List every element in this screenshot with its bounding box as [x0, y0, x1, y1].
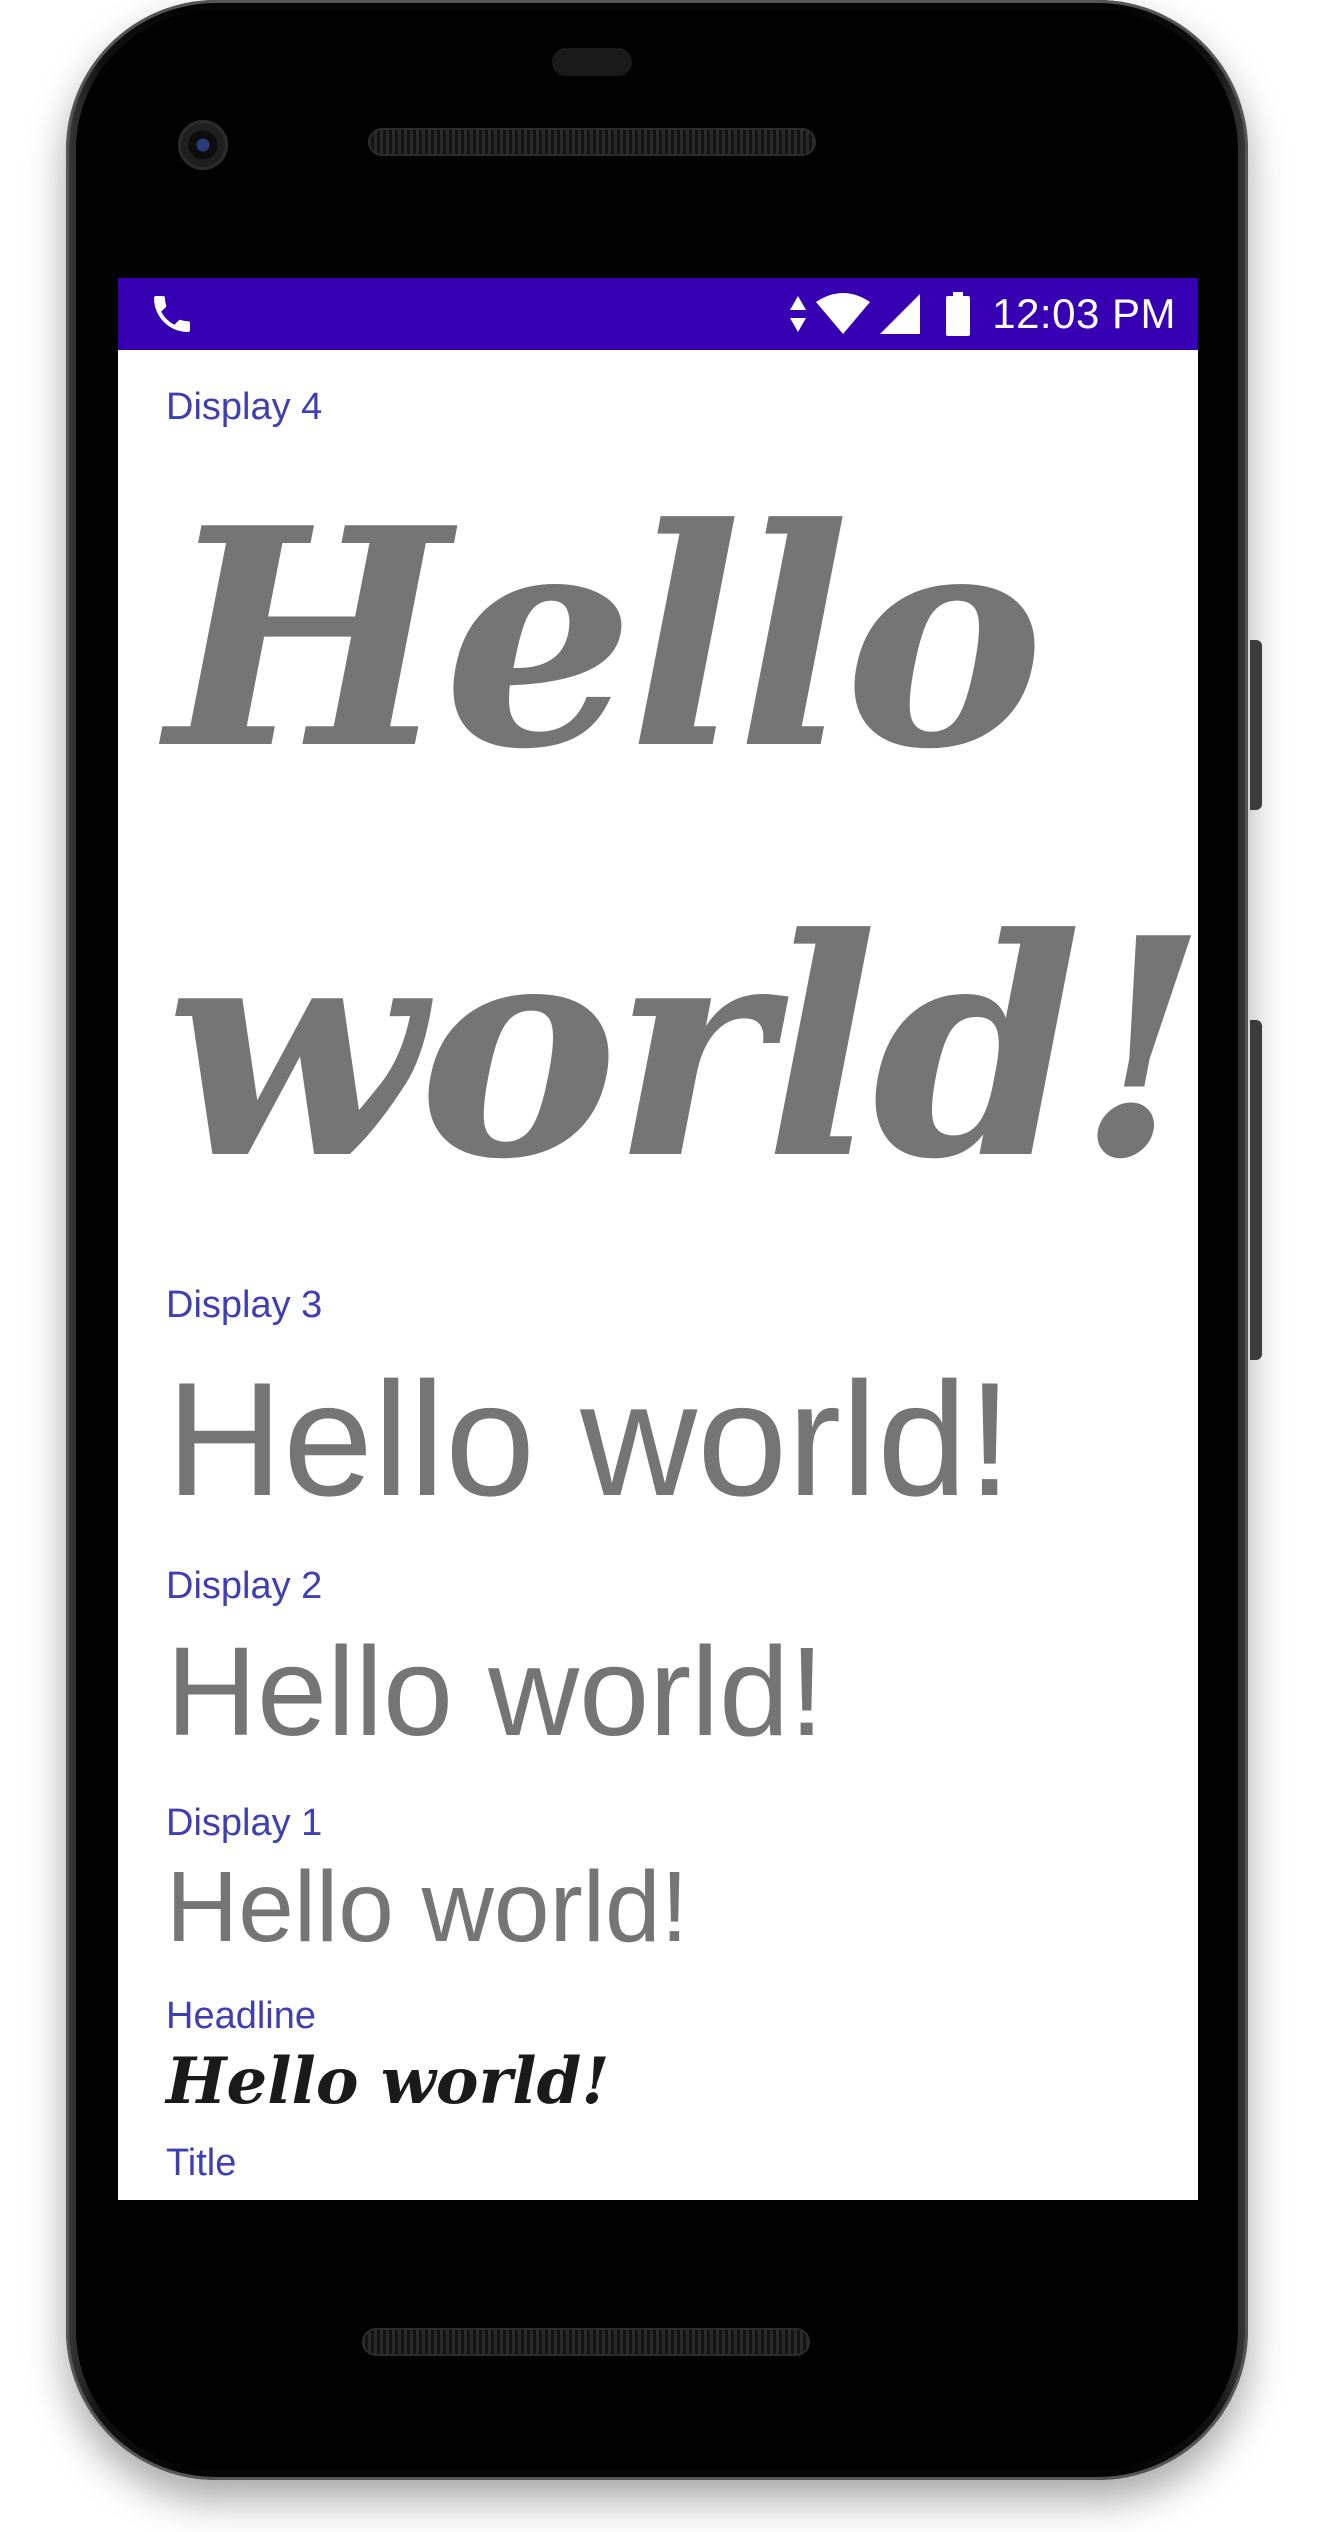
label-display-1: Display 1 [166, 1802, 323, 1844]
battery-icon [946, 292, 971, 336]
label-display-4: Display 4 [166, 386, 323, 428]
status-icons: 12:03 PM [788, 278, 1176, 350]
top-speaker-grille [368, 128, 816, 156]
cell-signal-icon [880, 294, 921, 334]
label-display-3: Display 3 [166, 1284, 323, 1326]
sample-headline: Hello world! [166, 2044, 610, 2119]
sample-display-2: Hello world! [166, 1621, 825, 1762]
sensor-notch [552, 48, 632, 76]
sample-display-4: Hello world! [166, 462, 1198, 1225]
status-bar: 12:03 PM [118, 278, 1198, 350]
sample-display-3: Hello world! [166, 1349, 1013, 1530]
screen: 12:03 PM Display 4 Hello world! Display … [118, 278, 1198, 2200]
label-display-2: Display 2 [166, 1565, 323, 1607]
sample-display-1: Hello world! [166, 1851, 689, 1963]
device-mockup: 12:03 PM Display 4 Hello world! Display … [0, 0, 1330, 2532]
label-headline: Headline [166, 1995, 316, 2037]
wifi-icon [816, 293, 871, 334]
phone-icon [154, 296, 190, 332]
label-title: Title [166, 2142, 237, 2184]
front-camera-icon [178, 120, 228, 170]
bottom-speaker-grille [362, 2328, 810, 2356]
status-clock: 12:03 PM [992, 290, 1176, 337]
volume-rocker [1250, 1020, 1262, 1360]
data-arrows-icon [790, 296, 807, 332]
power-button [1250, 640, 1262, 810]
